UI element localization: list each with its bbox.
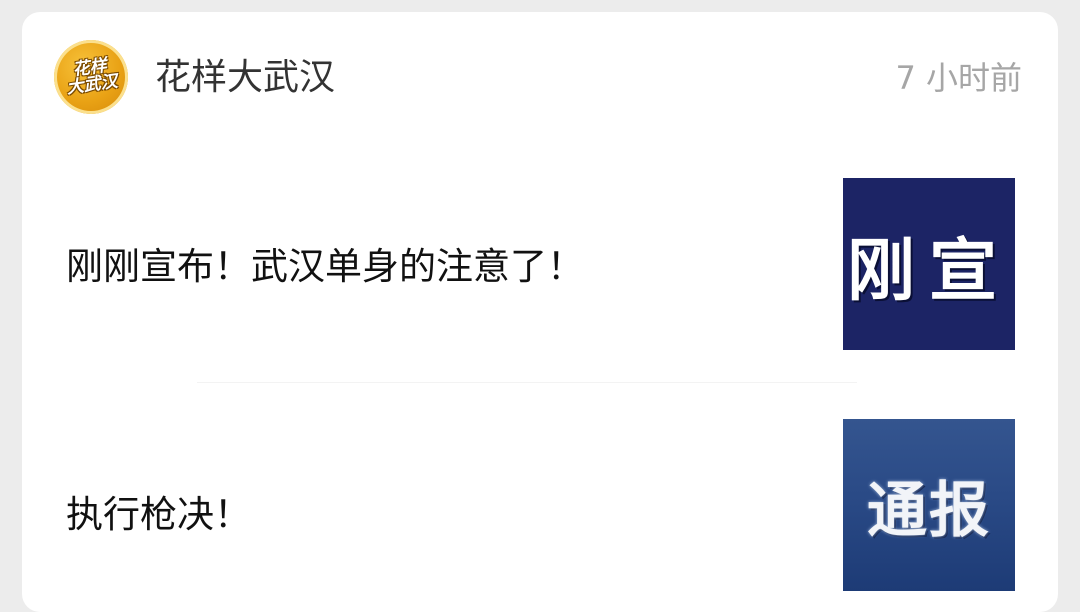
avatar-logo-text: 花样 大武汉 [58, 56, 124, 99]
article-thumbnail[interactable]: 刚宣 [843, 178, 1015, 350]
article-title[interactable]: 刚刚宣布！武汉单身的注意了！ [66, 244, 584, 290]
author-name[interactable]: 花样大武汉 [155, 56, 335, 100]
feed-card: 花样 大武汉 花样大武汉 7 小时前 刚刚宣布！武汉单身的注意了！ 刚宣 执行枪… [22, 12, 1058, 612]
article-item[interactable]: 刚刚宣布！武汉单身的注意了！ 刚宣 [22, 177, 1058, 352]
card-header: 花样 大武汉 花样大武汉 7 小时前 [22, 12, 1058, 132]
article-item[interactable]: 执行枪决！ 通报 [22, 417, 1058, 597]
divider [197, 382, 857, 383]
article-title[interactable]: 执行枪决！ [66, 492, 251, 538]
article-thumbnail[interactable]: 通报 [843, 419, 1015, 591]
avatar[interactable]: 花样 大武汉 [54, 40, 128, 114]
timestamp: 7 小时前 [895, 59, 1022, 97]
